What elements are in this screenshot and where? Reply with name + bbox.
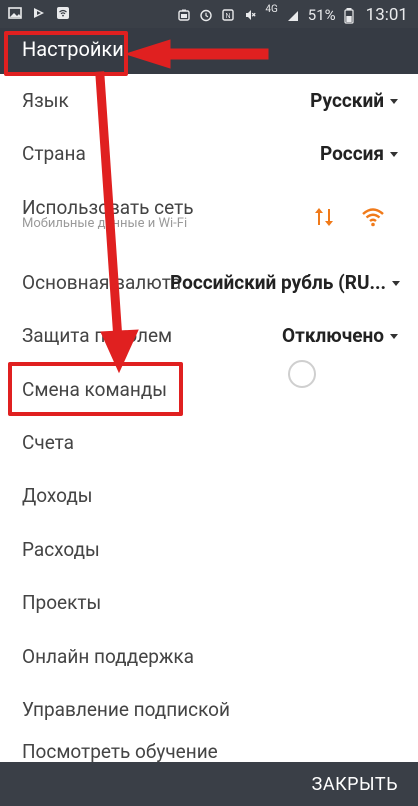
signal-icon: [286, 8, 300, 22]
status-right-icons: N 4G 51% 13:01: [177, 3, 408, 25]
currency-row[interactable]: Основная валюта Российский рубль (RU...: [0, 256, 418, 309]
alarm-icon: [199, 8, 213, 22]
network-type-label: 4G: [265, 3, 278, 15]
chevron-down-icon: [390, 334, 398, 339]
data-transfer-icon[interactable]: [312, 205, 336, 234]
status-bar: N 4G 51% 13:01: [0, 0, 418, 28]
battery-icon: [344, 8, 358, 24]
support-row[interactable]: Онлайн поддержка: [0, 630, 418, 683]
currency-label: Основная валюта: [22, 271, 182, 294]
subscription-label: Управление подпиской: [22, 698, 230, 721]
card-icon: [177, 8, 191, 22]
income-label: Доходы: [22, 484, 93, 507]
language-row[interactable]: Язык Русский: [0, 74, 418, 127]
projects-label: Проекты: [22, 591, 102, 614]
accounts-label: Счета: [22, 431, 74, 454]
country-select[interactable]: Россия: [320, 142, 398, 165]
subscription-row[interactable]: Управление подпиской: [0, 683, 418, 736]
media-icon: [32, 6, 46, 20]
accounts-row[interactable]: Счета: [0, 416, 418, 469]
expenses-row[interactable]: Расходы: [0, 523, 418, 576]
chevron-down-icon: [390, 152, 398, 157]
password-row[interactable]: Защита паролем Отключено: [0, 309, 418, 362]
mute-icon: [243, 8, 257, 22]
tutorial-label: Посмотреть обучение: [22, 740, 218, 763]
svg-text:N: N: [226, 13, 231, 20]
password-value: Отключено: [282, 324, 384, 347]
chevron-down-icon: [390, 99, 398, 104]
chevron-down-icon: [392, 281, 400, 286]
language-label: Язык: [22, 89, 69, 112]
support-label: Онлайн поддержка: [22, 645, 195, 668]
annotation-box-team-change: [8, 362, 183, 416]
battery-percent: 51%: [307, 6, 336, 24]
network-sublabel: Мобильные данные и Wi-Fi: [22, 216, 188, 231]
wifi-app-icon: [56, 6, 70, 20]
clock: 13:01: [365, 5, 408, 25]
country-label: Страна: [22, 142, 86, 165]
password-select[interactable]: Отключено: [282, 324, 398, 347]
wifi-icon[interactable]: [360, 205, 386, 234]
currency-value: Российский рубль (RU...: [170, 271, 386, 294]
close-button[interactable]: ЗАКРЫТЬ: [312, 774, 398, 795]
expenses-label: Расходы: [22, 538, 100, 561]
network-row[interactable]: Использовать сеть Мобильные данные и Wi-…: [0, 182, 418, 252]
country-value: Россия: [319, 142, 384, 165]
country-row[interactable]: Страна Россия: [0, 127, 418, 180]
annotation-box-title: [4, 31, 128, 76]
income-row[interactable]: Доходы: [0, 469, 418, 522]
password-label: Защита паролем: [22, 324, 173, 347]
gallery-icon: [8, 6, 22, 20]
language-value: Русский: [310, 89, 384, 112]
bottom-bar: ЗАКРЫТЬ: [0, 762, 418, 806]
language-select[interactable]: Русский: [310, 89, 398, 112]
projects-row[interactable]: Проекты: [0, 576, 418, 629]
status-left-icons: [8, 6, 70, 20]
currency-select[interactable]: Российский рубль (RU...: [170, 271, 400, 294]
nfc-icon: N: [221, 8, 235, 22]
